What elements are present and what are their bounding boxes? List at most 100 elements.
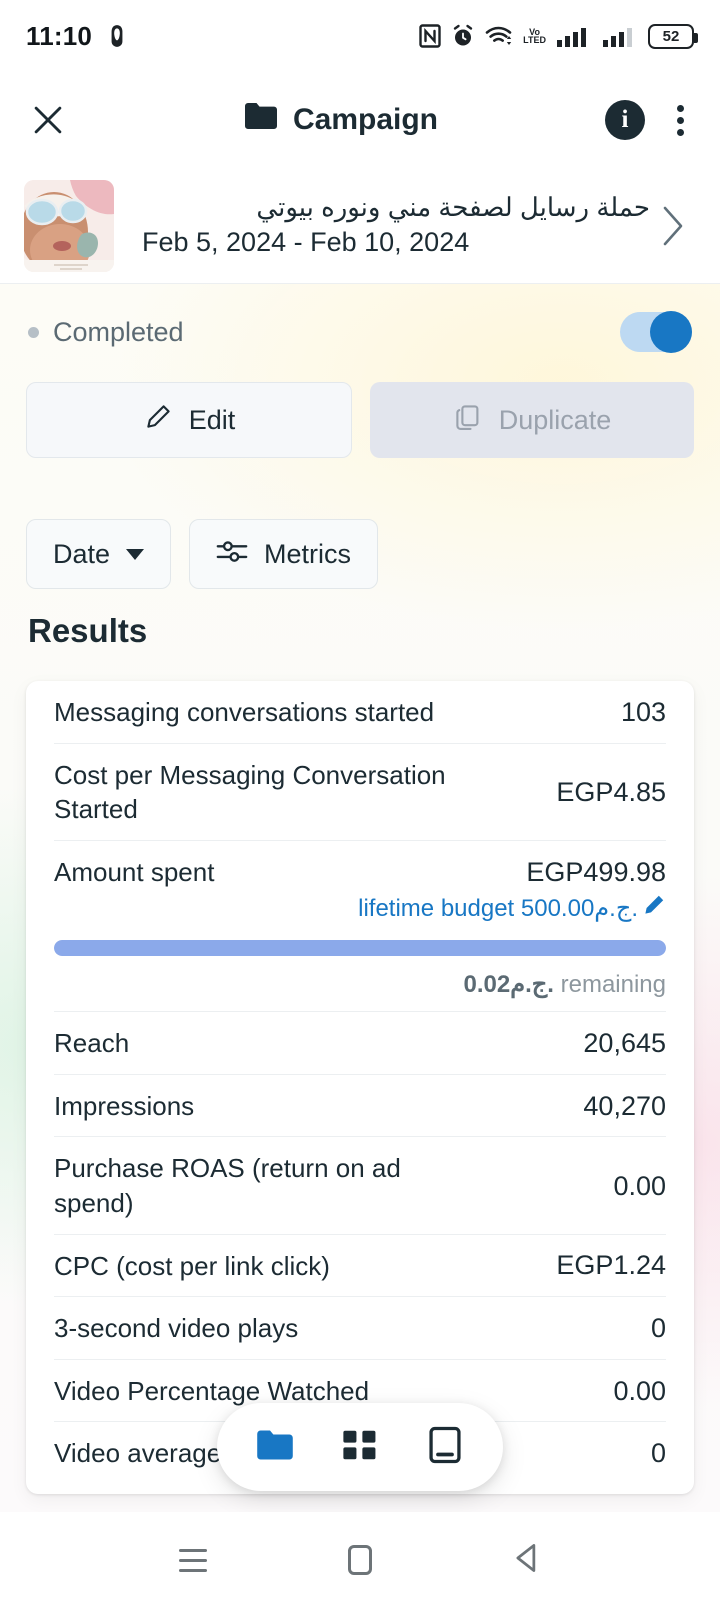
- kebab-dot-3: [677, 128, 684, 136]
- results-card: Messaging conversations started 103 Cost…: [26, 681, 694, 1494]
- grid-icon: [341, 1428, 379, 1467]
- metric-value: EGP4.85: [556, 776, 666, 807]
- ad-icon: [428, 1426, 462, 1469]
- pencil-icon: [143, 402, 173, 439]
- folder-icon: [243, 101, 279, 139]
- bottom-nav-ad-sets[interactable]: [329, 1416, 391, 1478]
- budget-remaining-suffix: remaining: [560, 971, 666, 999]
- table-row: Cost per Messaging Conversation Started …: [54, 744, 666, 841]
- volte-bottom-label: LTED: [523, 35, 546, 45]
- lifetime-budget-label: lifetime budget 500.00ج.م.: [358, 895, 638, 923]
- budget-progress: [54, 930, 666, 960]
- date-filter-label: Date: [53, 538, 111, 569]
- status-clock: 11:10: [26, 20, 93, 51]
- copy-icon: [453, 402, 483, 439]
- app-bar-actions: i: [605, 99, 720, 142]
- recents-button[interactable]: [163, 1530, 223, 1590]
- toggle-knob: [650, 311, 692, 353]
- signal-icon-2: [602, 24, 638, 48]
- metric-label: Messaging conversations started: [54, 697, 435, 727]
- metric-label: Impressions: [54, 1090, 195, 1121]
- metric-value: 0: [650, 1312, 666, 1343]
- folder-icon: [255, 1428, 295, 1467]
- recents-icon: [179, 1548, 208, 1572]
- chevron-down-icon: [126, 548, 145, 560]
- metric-label: CPC (cost per link click): [54, 1250, 330, 1281]
- alarm-icon: [451, 24, 475, 48]
- home-icon: [347, 1545, 372, 1575]
- volte-icon: Vo LTED: [523, 28, 546, 45]
- bottom-nav-ads[interactable]: [414, 1416, 476, 1478]
- campaign-name: حملة رسايل لصفحة مني ونوره بيوتي: [256, 191, 650, 222]
- kebab-dot-1: [677, 104, 684, 112]
- campaign-active-toggle[interactable]: [620, 311, 692, 353]
- table-row: Messaging conversations started 103: [54, 681, 666, 744]
- metric-label: Cost per Messaging Conversation Started: [54, 759, 446, 825]
- overflow-menu-button[interactable]: [671, 99, 690, 142]
- battery-icon: 52: [648, 23, 698, 49]
- campaign-chevron-button[interactable]: [650, 204, 696, 248]
- battery-level-label: 52: [662, 27, 680, 45]
- page-title-label: Campaign: [292, 103, 439, 136]
- action-button-row: Edit Duplicate: [0, 382, 720, 458]
- info-icon: i: [621, 106, 629, 133]
- table-row: Amount spent EGP499.98: [54, 841, 666, 892]
- lifetime-budget-link[interactable]: lifetime budget 500.00ج.م.: [358, 893, 666, 924]
- wifi-icon: [485, 24, 513, 48]
- progress-track: [54, 940, 666, 957]
- budget-line: lifetime budget 500.00ج.م.: [54, 891, 666, 930]
- bottom-nav-campaigns[interactable]: [244, 1416, 306, 1478]
- budget-remaining-amount: 0.02ج.م.: [463, 971, 554, 999]
- nfc-icon: [419, 24, 441, 48]
- metric-value: 40,270: [583, 1090, 666, 1121]
- status-bar: 11:10 Vo LTED 52: [0, 0, 720, 72]
- pencil-icon[interactable]: [642, 893, 666, 924]
- duplicate-button[interactable]: Duplicate: [370, 382, 694, 458]
- back-button[interactable]: [497, 1530, 557, 1590]
- date-filter-button[interactable]: Date: [26, 519, 172, 589]
- android-navigation-bar: [0, 1512, 720, 1608]
- app-notification-icon: [104, 23, 130, 49]
- metric-value: EGP499.98: [526, 856, 666, 887]
- metric-value: 0.00: [613, 1170, 666, 1201]
- close-icon: [34, 106, 62, 134]
- status-badge: Completed: [53, 316, 184, 347]
- amount-spent-block: Amount spent EGP499.98 lifetime budget 5…: [54, 841, 666, 1013]
- page-title: Campaign: [76, 101, 605, 139]
- metric-label: 3-second video plays: [54, 1313, 299, 1344]
- campaign-dates: Feb 5, 2024 - Feb 10, 2024: [142, 227, 470, 258]
- kebab-dot-2: [677, 116, 684, 124]
- table-row: CPC (cost per link click) EGP1.24: [54, 1235, 666, 1298]
- duplicate-button-label: Duplicate: [498, 404, 612, 435]
- signal-icon-1: [556, 24, 592, 48]
- campaign-thumbnail: [24, 179, 114, 272]
- metrics-filter-button[interactable]: Metrics: [189, 519, 379, 589]
- filter-chip-row: Date Metrics: [0, 519, 720, 589]
- status-bar-left: 11:10: [26, 21, 130, 52]
- back-icon: [512, 1542, 542, 1579]
- progress-fill: [54, 940, 666, 957]
- table-row: Reach 20,645: [54, 1012, 666, 1075]
- metric-value: 20,645: [583, 1028, 666, 1059]
- campaign-header-row[interactable]: حملة رسايل لصفحة مني ونوره بيوتي Feb 5, …: [0, 168, 720, 284]
- chevron-right-icon: [663, 206, 683, 245]
- results-heading: Results: [28, 612, 148, 649]
- info-button[interactable]: i: [605, 100, 645, 140]
- status-dot-icon: [28, 326, 39, 338]
- metric-value: 0: [650, 1438, 666, 1469]
- phone-screen: 11:10 Vo LTED 52 Campaign i حملة رسايل ل…: [0, 0, 720, 1608]
- home-button[interactable]: [330, 1530, 390, 1590]
- bottom-nav-pill: [217, 1403, 503, 1491]
- metric-label: Amount spent: [54, 856, 215, 887]
- metric-value: EGP1.24: [556, 1250, 666, 1281]
- metric-label: Reach: [54, 1028, 130, 1059]
- campaign-info: حملة رسايل لصفحة مني ونوره بيوتي Feb 5, …: [114, 191, 650, 261]
- campaign-status-row: Completed: [0, 306, 720, 358]
- edit-button[interactable]: Edit: [26, 382, 352, 458]
- status-bar-right: Vo LTED 52: [419, 23, 698, 49]
- budget-remaining: 0.02ج.م. remaining: [54, 960, 666, 1005]
- metric-value: 103: [620, 696, 666, 727]
- edit-button-label: Edit: [188, 404, 236, 435]
- metric-value: 0.00: [613, 1375, 666, 1406]
- table-row: Impressions 40,270: [54, 1075, 666, 1138]
